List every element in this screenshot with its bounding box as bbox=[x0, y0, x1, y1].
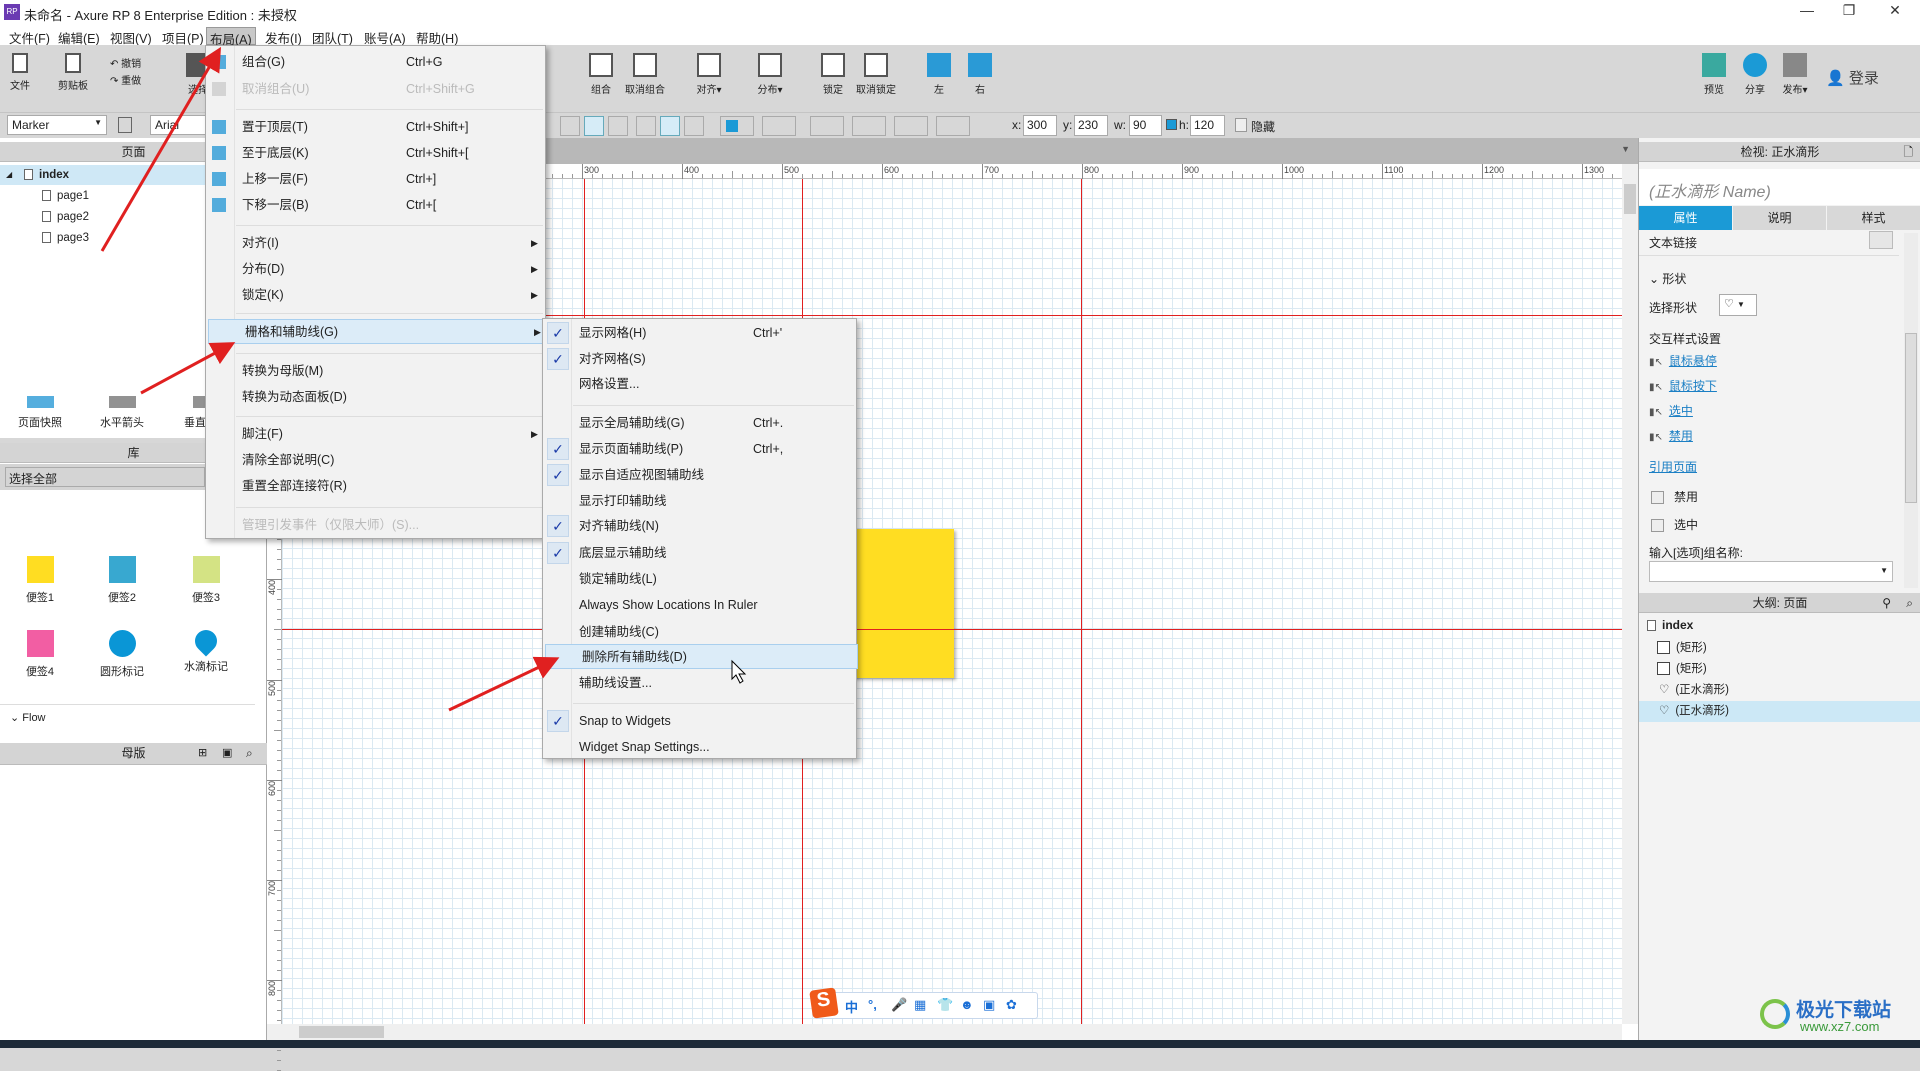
taskbar bbox=[0, 1040, 1920, 1048]
red-arrow bbox=[140, 342, 236, 395]
watermark: 极光下载站 www.xz7.com bbox=[1760, 995, 1915, 1037]
watermark-logo bbox=[1760, 999, 1790, 1029]
ruler-tick bbox=[277, 1060, 281, 1062]
red-arrow bbox=[448, 656, 560, 712]
watermark-url: www.xz7.com bbox=[1800, 1019, 1880, 1034]
watermark-name: 极光下载站 bbox=[1796, 1000, 1892, 1021]
annotation-arrows bbox=[100, 46, 747, 712]
ruler-tick bbox=[277, 1050, 281, 1052]
red-arrow bbox=[100, 46, 222, 252]
mouse-cursor-icon bbox=[731, 659, 747, 684]
